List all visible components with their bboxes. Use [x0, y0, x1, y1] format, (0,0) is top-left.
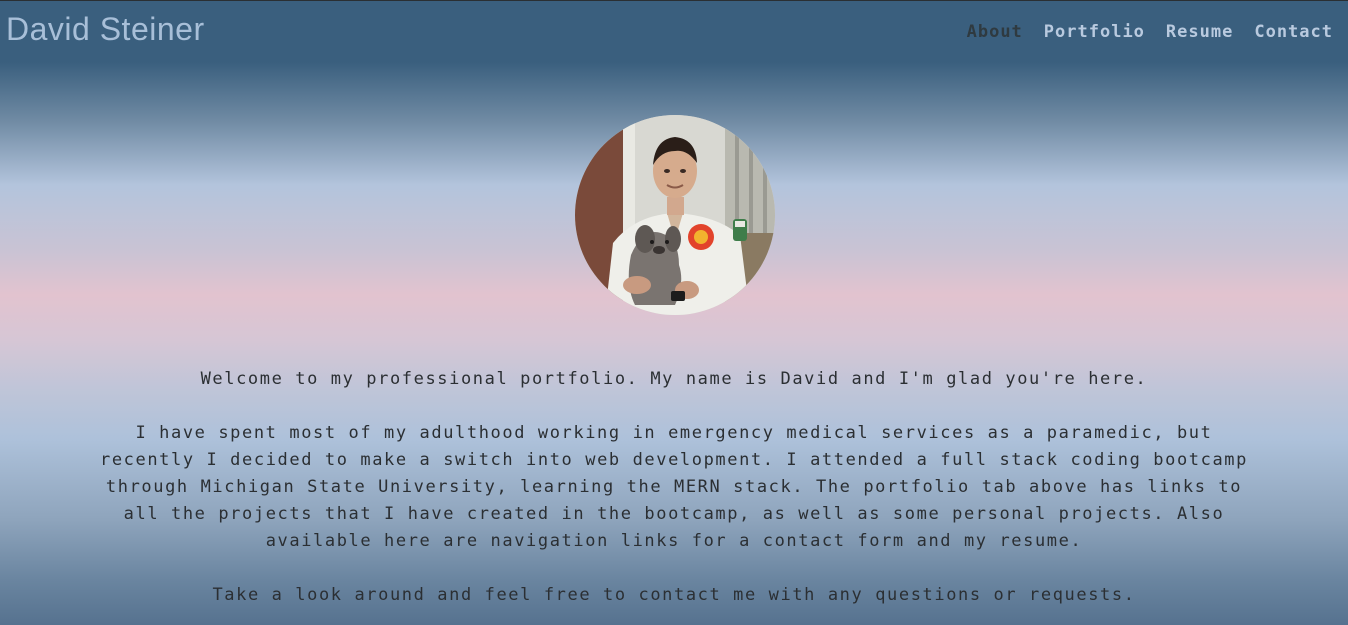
closing-text: Take a look around and feel free to cont… [212, 585, 1136, 605]
main-nav: About Portfolio Resume Contact [967, 24, 1333, 41]
nav-resume-link[interactable]: Resume [1166, 24, 1233, 41]
welcome-text: Welcome to my professional portfolio. My… [200, 369, 1148, 389]
brand-link[interactable]: David Steiner [6, 13, 205, 45]
nav-portfolio-link[interactable]: Portfolio [1044, 24, 1145, 41]
nav-contact-link[interactable]: Contact [1254, 24, 1333, 41]
profile-photo [575, 115, 775, 315]
intro-section: Welcome to my professional portfolio. My… [100, 366, 1248, 625]
nav-about-link[interactable]: About [967, 24, 1023, 41]
bio-text: I have spent most of my adulthood workin… [100, 423, 1248, 551]
site-header: David Steiner About Portfolio Resume Con… [0, 1, 1348, 63]
